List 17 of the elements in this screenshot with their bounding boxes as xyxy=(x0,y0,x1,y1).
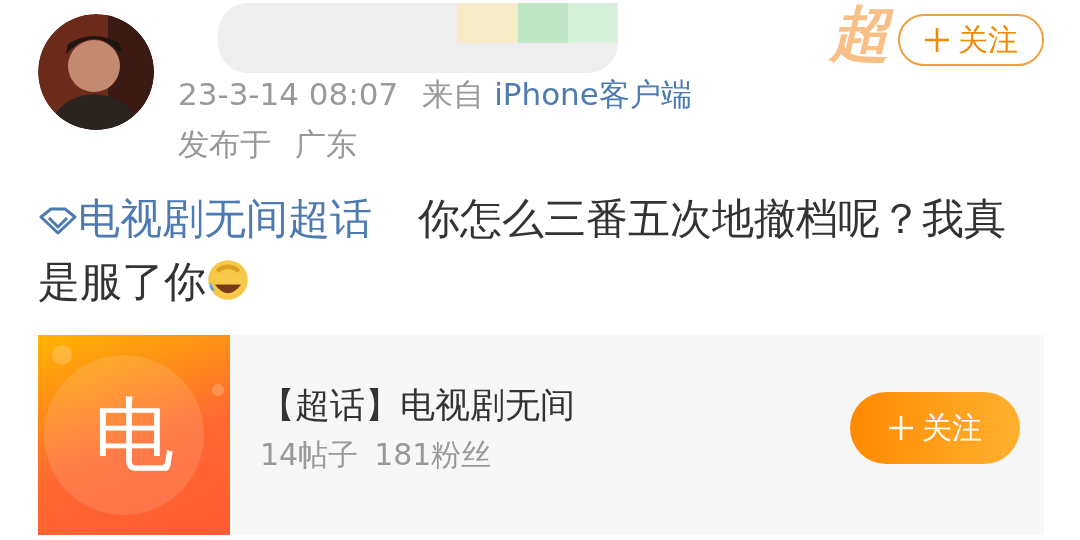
post-count: 14帖子 xyxy=(260,435,359,474)
topic-card[interactable]: 电 【超话】电视剧无间 14帖子 181粉丝 关注 xyxy=(38,335,1044,536)
laughing-crying-emoji-icon xyxy=(206,258,250,303)
post-time: 23-3-14 08:07 xyxy=(178,75,399,114)
diamond-icon xyxy=(38,207,78,236)
post-text: 电视剧无间超话 你怎么三番五次地撤档呢？我真是服了你 xyxy=(38,193,1007,309)
plus-icon xyxy=(888,415,914,442)
source-link[interactable]: iPhone客户端 xyxy=(494,70,692,120)
source-prefix: 来自 xyxy=(422,75,485,114)
badge-text: 电 xyxy=(94,387,174,484)
topic-title: 【超话】电视剧无间 xyxy=(260,384,576,428)
follow-button[interactable]: 关注 xyxy=(898,14,1044,66)
plus-icon xyxy=(924,27,950,53)
topic-link[interactable]: 电视剧无间超话 xyxy=(38,194,372,244)
location-prefix: 发布于 xyxy=(178,124,271,164)
location: 广东 xyxy=(295,124,357,164)
fan-count: 181粉丝 xyxy=(374,435,492,474)
